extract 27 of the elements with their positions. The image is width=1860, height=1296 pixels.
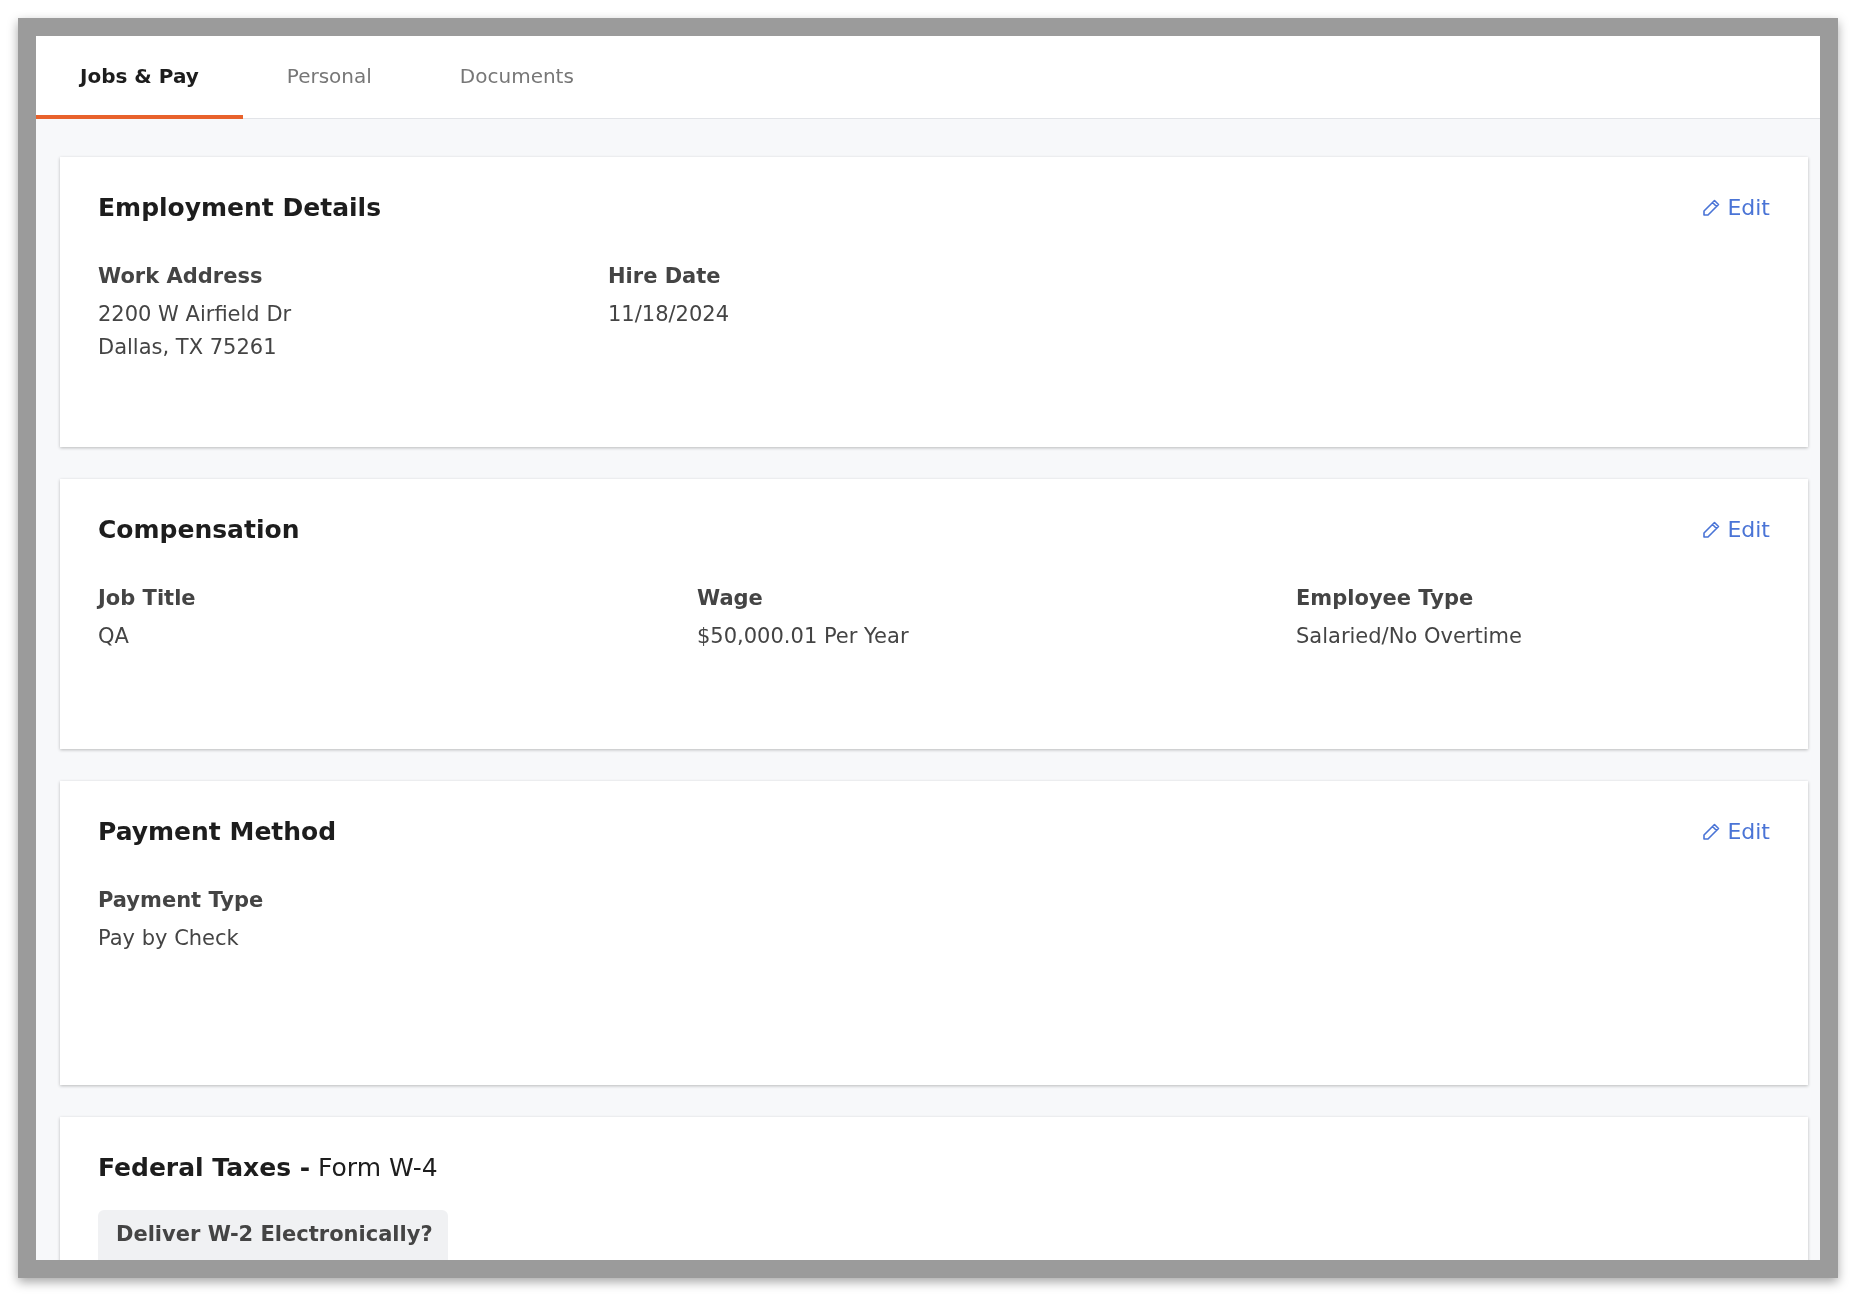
section-title: Payment Method xyxy=(98,817,337,846)
tab[interactable]: Documents xyxy=(415,36,618,119)
field-label: Work Address xyxy=(98,264,264,288)
section-title: Federal Taxes - Form W-4 xyxy=(98,1153,438,1182)
edit-link[interactable]: Edit xyxy=(1701,517,1770,542)
pencil-icon xyxy=(1701,519,1722,540)
field-value: Pay by Check xyxy=(98,925,240,952)
field-value: Dallas, TX 75261 xyxy=(98,334,278,361)
field-label: Payment Type xyxy=(98,888,265,912)
field-value: $50,000.01 Per Year xyxy=(697,623,910,650)
section-title: Employment Details xyxy=(98,193,382,222)
section-title: Compensation xyxy=(98,515,300,544)
field-value: 11/18/2024 xyxy=(608,301,731,328)
edit-link[interactable]: Edit xyxy=(1701,195,1770,220)
tab[interactable]: Personal xyxy=(242,36,416,119)
field-value: QA xyxy=(98,623,130,650)
field-label: Hire Date xyxy=(608,264,722,288)
field-value: 2200 W Airfield Dr xyxy=(98,301,293,328)
field-label: Wage xyxy=(697,586,764,610)
field-label: Job Title xyxy=(98,586,197,610)
tab[interactable]: Jobs & Pay xyxy=(36,36,243,119)
pencil-icon xyxy=(1701,197,1722,218)
pencil-icon xyxy=(1701,821,1722,842)
field-value: Salaried/No Overtime xyxy=(1296,623,1523,650)
field-label: Employee Type xyxy=(1296,586,1475,610)
edit-link[interactable]: Edit xyxy=(1701,819,1770,844)
panel-heading: Deliver W-2 Electronically? xyxy=(116,1222,430,1246)
